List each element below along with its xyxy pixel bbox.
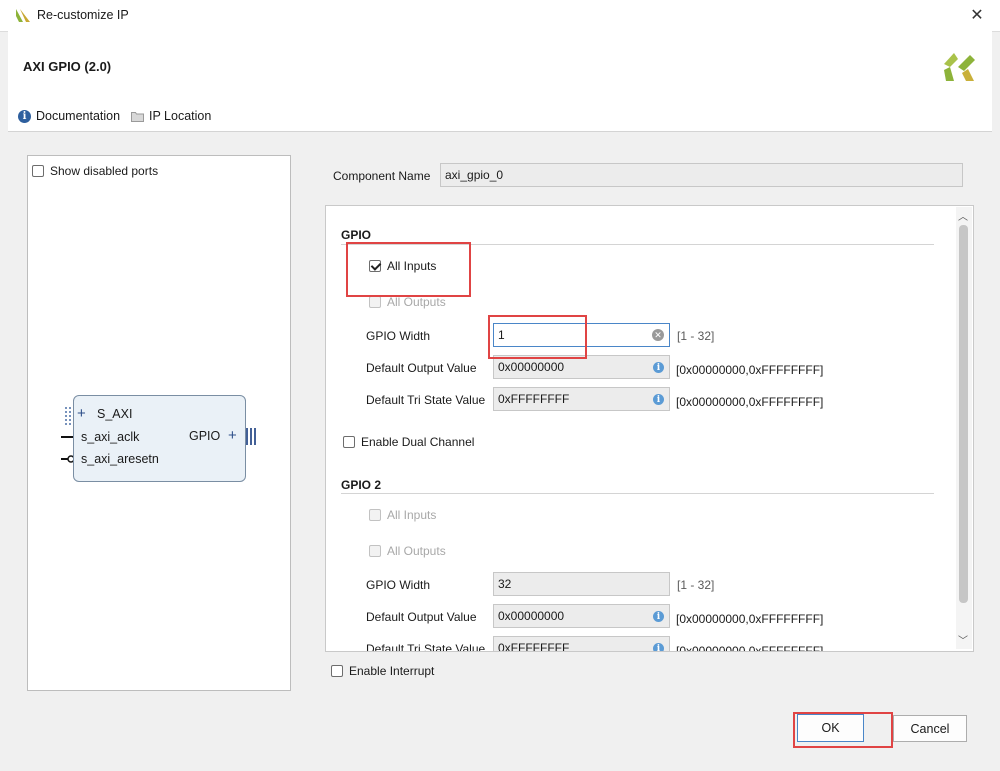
clear-icon[interactable]: ✕ bbox=[652, 329, 664, 341]
port-s-axi: S_AXI bbox=[97, 407, 133, 421]
enable-dual-channel-checkbox[interactable]: Enable Dual Channel bbox=[343, 435, 474, 449]
info-icon[interactable]: i bbox=[653, 643, 664, 651]
folder-icon bbox=[131, 111, 144, 122]
chevron-down-icon[interactable]: ﹀ bbox=[958, 632, 968, 647]
gpio-default-tristate-label: Default Tri State Value bbox=[366, 393, 486, 407]
gpio-default-tristate-input[interactable]: 0xFFFFFFFF bbox=[493, 387, 670, 411]
vivado-app-icon bbox=[16, 9, 30, 22]
enable-dual-channel-label: Enable Dual Channel bbox=[361, 435, 475, 449]
gpio-default-output-label: Default Output Value bbox=[366, 361, 477, 375]
documentation-label: Documentation bbox=[36, 109, 121, 123]
title-bar: Re-customize IP ✕ bbox=[0, 0, 1000, 32]
plus-icon: + bbox=[228, 427, 237, 444]
checkbox-disabled[interactable] bbox=[369, 545, 381, 557]
gpio-section-title: GPIO bbox=[341, 228, 372, 242]
configuration-panel: GPIO All Inputs All Outputs GPIO Width 1… bbox=[325, 205, 974, 652]
gpio2-default-tristate-input[interactable]: 0xFFFFFFFF bbox=[493, 636, 670, 651]
enable-interrupt-label: Enable Interrupt bbox=[349, 664, 435, 678]
config-scrollbar[interactable]: ︿ ﹀ bbox=[956, 207, 972, 649]
info-icon: i bbox=[18, 109, 31, 123]
component-name-label: Component Name bbox=[333, 169, 431, 183]
ip-location-label: IP Location bbox=[149, 109, 212, 123]
gpio2-default-output-label: Default Output Value bbox=[366, 610, 477, 624]
gpio-width-label: GPIO Width bbox=[366, 329, 431, 343]
scrollbar-thumb[interactable] bbox=[959, 225, 968, 603]
gpio2-default-tristate-label: Default Tri State Value bbox=[366, 642, 486, 652]
gpio2-all-outputs-checkbox[interactable]: All Outputs bbox=[369, 544, 446, 558]
info-icon[interactable]: i bbox=[653, 611, 664, 622]
gpio2-default-tristate-range: [0x00000000,0xFFFFFFFF] bbox=[676, 644, 824, 652]
gpio-default-output-range: [0x00000000,0xFFFFFFFF] bbox=[676, 363, 824, 377]
ip-block: + S_AXI s_axi_aclk s_axi_aresetn GPIO + bbox=[73, 395, 246, 482]
enable-interrupt-checkbox[interactable]: Enable Interrupt bbox=[331, 664, 434, 678]
chevron-up-icon[interactable]: ︿ bbox=[958, 208, 968, 223]
port-gpio: GPIO bbox=[189, 429, 221, 443]
gpio2-all-inputs-checkbox[interactable]: All Inputs bbox=[369, 508, 436, 522]
port-s-axi-aresetn: s_axi_aresetn bbox=[81, 452, 159, 466]
gpio-width-range: [1 - 32] bbox=[677, 329, 715, 343]
gpio2-width-label: GPIO Width bbox=[366, 578, 431, 592]
ip-header: AXI GPIO (2.0) i Documentation IP Locati… bbox=[8, 31, 992, 132]
cancel-button[interactable]: Cancel bbox=[893, 715, 967, 742]
port-s-axi-aclk: s_axi_aclk bbox=[81, 430, 140, 444]
show-disabled-ports-checkbox[interactable]: Show disabled ports bbox=[32, 164, 158, 178]
checkbox[interactable] bbox=[343, 436, 355, 448]
gpio2-width-input[interactable]: 32 bbox=[493, 572, 670, 596]
component-name-input[interactable]: axi_gpio_0 bbox=[440, 163, 963, 187]
close-button[interactable]: ✕ bbox=[962, 2, 992, 28]
gpio2-default-output-range: [0x00000000,0xFFFFFFFF] bbox=[676, 612, 824, 626]
checkbox-disabled[interactable] bbox=[369, 296, 381, 308]
plus-icon: + bbox=[77, 405, 86, 422]
gpio2-section-title: GPIO 2 bbox=[341, 478, 382, 492]
checkbox-disabled[interactable] bbox=[369, 509, 381, 521]
gpio2-all-outputs-label: All Outputs bbox=[387, 544, 446, 558]
close-icon: ✕ bbox=[970, 7, 984, 24]
highlight-all-inputs bbox=[346, 242, 471, 297]
info-icon[interactable]: i bbox=[653, 394, 664, 405]
window-title: Re-customize IP bbox=[37, 8, 129, 22]
gpio-all-outputs-label: All Outputs bbox=[387, 295, 446, 309]
highlight-gpio-width bbox=[488, 315, 587, 359]
gpio2-width-range: [1 - 32] bbox=[677, 578, 715, 592]
ip-location-link[interactable]: IP Location bbox=[131, 109, 211, 123]
gpio2-all-inputs-label: All Inputs bbox=[387, 508, 437, 522]
checkbox[interactable] bbox=[331, 665, 343, 677]
gpio-all-outputs-checkbox[interactable]: All Outputs bbox=[369, 295, 446, 309]
checkbox[interactable] bbox=[32, 165, 44, 177]
gpio2-default-output-input[interactable]: 0x00000000 bbox=[493, 604, 670, 628]
gpio2-section-divider bbox=[341, 493, 934, 494]
documentation-link[interactable]: i Documentation bbox=[18, 109, 120, 123]
gpio-default-tristate-range: [0x00000000,0xFFFFFFFF] bbox=[676, 395, 824, 409]
show-disabled-ports-label: Show disabled ports bbox=[50, 164, 159, 178]
highlight-ok-button bbox=[793, 712, 893, 748]
ip-title: AXI GPIO (2.0) bbox=[23, 59, 112, 74]
info-icon[interactable]: i bbox=[653, 362, 664, 373]
xilinx-logo-icon bbox=[944, 53, 975, 81]
